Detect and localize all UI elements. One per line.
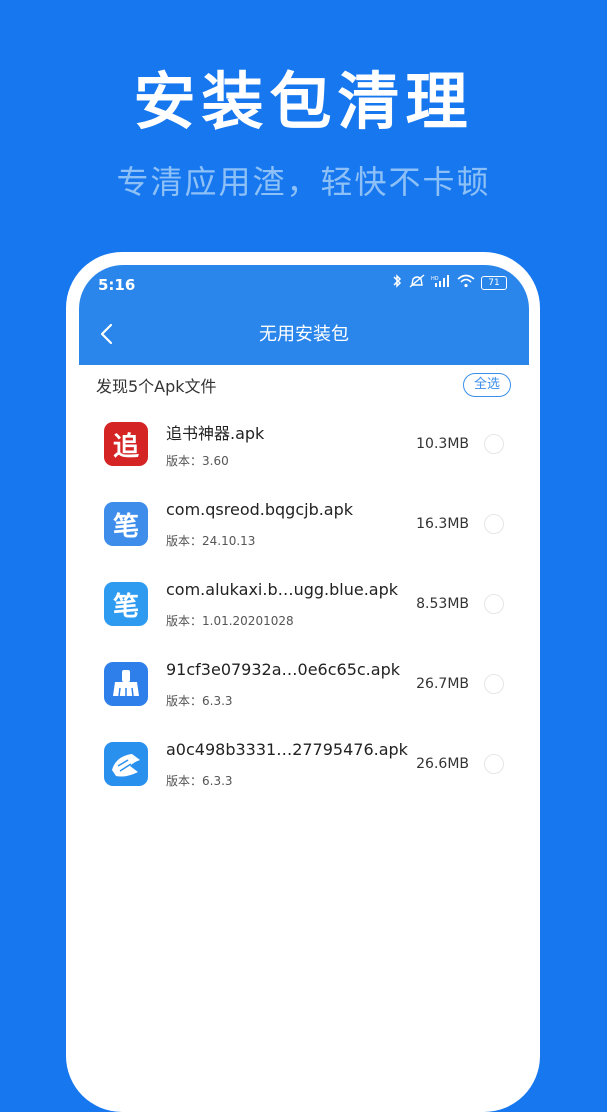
apk-list-item[interactable]: 追 追书神器.apk 版本：3.60 10.3MB <box>79 410 529 490</box>
apk-version: 版本：6.3.3 <box>166 774 233 788</box>
hero-title: 安装包清理 <box>133 65 474 138</box>
blue-bi-app-icon: 笔 <box>104 502 148 546</box>
status-icons: HD 71 <box>391 274 507 292</box>
select-checkbox[interactable] <box>484 594 504 614</box>
apk-list: 追 追书神器.apk 版本：3.60 10.3MB 笔 com.qsreod.b… <box>79 410 529 810</box>
apk-version: 版本：6.3.3 <box>166 694 233 708</box>
phone-screen: 5:16 HD 71 无用安装包 发现5个Apk文件 全选 追 追书神器.apk… <box>79 265 529 1080</box>
apk-version: 版本：3.60 <box>166 454 229 468</box>
select-checkbox[interactable] <box>484 434 504 454</box>
broom-app-icon <box>104 662 148 706</box>
apk-list-item[interactable]: 笔 com.alukaxi.b…ugg.blue.apk 版本：1.01.202… <box>79 570 529 650</box>
svg-text:HD: HD <box>431 276 439 282</box>
bluetooth-icon <box>391 274 403 292</box>
select-all-button[interactable]: 全选 <box>463 373 511 397</box>
apk-version: 版本：24.10.13 <box>166 534 256 548</box>
status-bar: 5:16 HD 71 <box>79 265 529 305</box>
apk-list-item[interactable]: 91cf3e07932a…0e6c65c.apk 版本：6.3.3 26.7MB <box>79 650 529 730</box>
apk-version: 版本：1.01.20201028 <box>166 614 294 628</box>
apk-size: 10.3MB <box>416 436 469 452</box>
hero-subtitle: 专清应用渣，轻快不卡顿 <box>116 163 491 201</box>
apk-name: 追书神器.apk <box>166 424 265 443</box>
status-time: 5:16 <box>98 276 136 294</box>
apk-name: com.alukaxi.b…ugg.blue.apk <box>166 580 399 599</box>
wifi-icon <box>457 274 475 292</box>
battery-icon: 71 <box>481 276 507 290</box>
mute-icon <box>409 274 425 292</box>
apk-name: com.qsreod.bqgcjb.apk <box>166 500 354 519</box>
apk-list-item[interactable]: 笔 com.qsreod.bqgcjb.apk 版本：24.10.13 16.3… <box>79 490 529 570</box>
cleaner-hand-app-icon <box>104 742 148 786</box>
apk-size: 26.6MB <box>416 756 469 772</box>
toolbar: 无用安装包 <box>79 305 529 365</box>
select-checkbox[interactable] <box>484 674 504 694</box>
apk-size: 16.3MB <box>416 516 469 532</box>
red-zhui-app-icon: 追 <box>104 422 148 466</box>
signal-icon: HD <box>431 274 451 292</box>
apk-size: 8.53MB <box>416 596 469 612</box>
apk-name: 91cf3e07932a…0e6c65c.apk <box>166 660 400 679</box>
blue-bi-app-icon: 笔 <box>104 582 148 626</box>
apk-found-count: 发现5个Apk文件 <box>96 377 217 396</box>
apk-list-item[interactable]: a0c498b3331…27795476.apk 版本：6.3.3 26.6MB <box>79 730 529 810</box>
select-checkbox[interactable] <box>484 514 504 534</box>
toolbar-title: 无用安装包 <box>259 324 349 345</box>
select-checkbox[interactable] <box>484 754 504 774</box>
apk-size: 26.7MB <box>416 676 469 692</box>
apk-name: a0c498b3331…27795476.apk <box>166 740 408 759</box>
